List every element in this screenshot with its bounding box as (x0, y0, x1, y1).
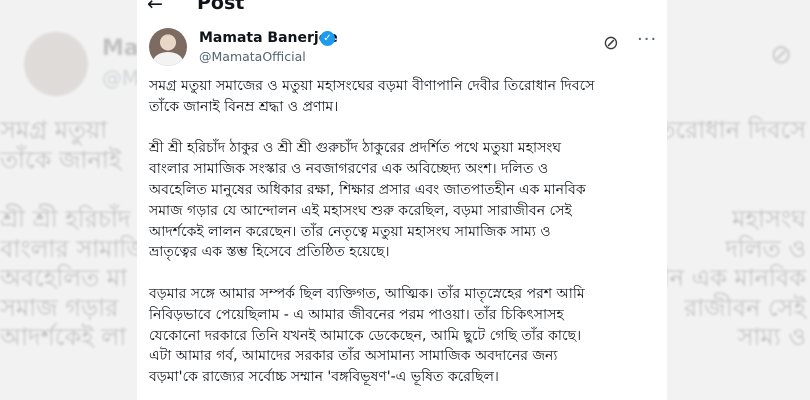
verified-badge-icon: ✓ (320, 31, 335, 46)
background-line-left: শ্রী শ্রী হরিচাঁদ (0, 205, 131, 233)
background-line-left: তাঁকে জানাই (0, 145, 122, 174)
background-line-left: বাংলার সামাজি (0, 234, 148, 263)
post-text-line: অবহেলিত মানুষের অধিকার রক্ষা, শিক্ষার প্… (149, 181, 586, 198)
post-text-line: এটা আমার গর্ব, আমাদের সরকার তাঁর অসামান্… (149, 348, 558, 365)
post-text-line: বড়মা'কে রাজ্যের সর্বোচ্চ সম্মান 'বঙ্গবি… (149, 369, 499, 386)
post-text-line: নিবিড়ভাবে পেয়েছিলাম - এ আমার জীবনের পর… (149, 306, 564, 323)
post-author: Mamata Banerjee ✓ @MamataOfficial ⊘ ··· (149, 26, 657, 70)
background-line-left: সমগ্র মতুয়া (0, 116, 108, 144)
background-line-left: সমাজ গড়ার (0, 293, 119, 322)
post-text-line: বড়মার সঙ্গে আমার সম্পর্ক ছিল ব্যক্তিগত,… (149, 285, 585, 302)
avatar-shawl (153, 52, 183, 66)
background-line-right: সাম্য ও (737, 323, 806, 351)
post-text-line: যেকোনো দরকারে তিনি যখনই আমাকে ডেকেছেন, আ… (149, 327, 582, 344)
post-paragraph: বড়মার সঙ্গে আমার সম্পর্ক ছিল ব্যক্তিগত,… (149, 284, 661, 388)
background-line-right: তিরোধান দিবসে (650, 116, 806, 144)
background-grok-icon: ⊘ (770, 40, 792, 70)
author-name[interactable]: Mamata Banerjee (199, 30, 338, 46)
background-line-right: মহাসংঘ (732, 205, 806, 233)
post-text-line: ভ্রাতৃত্বের এক স্তম্ভ হিসেবে প্রতিষ্ঠিত … (149, 244, 390, 261)
author-handle[interactable]: @MamataOfficial (199, 49, 306, 64)
post-text-line: শ্রী শ্রী হরিচাঁদ ঠাকুর ও শ্রী শ্রী গুরু… (149, 140, 562, 157)
post-paragraph: শ্রী শ্রী হরিচাঁদ ঠাকুর ও শ্রী শ্রী গুরু… (149, 138, 661, 263)
background-line-left: অবহেলিত মা (0, 264, 128, 292)
more-options-icon[interactable]: ··· (637, 30, 657, 50)
background-line-left: আদর্শকেই লা (0, 323, 127, 351)
grok-icon[interactable]: ⊘ (603, 33, 619, 53)
back-arrow-icon[interactable]: ← (147, 0, 163, 14)
post-text-line: বাংলার সামাজিক সংস্কার ও নবজাগরণের এক অব… (149, 161, 549, 178)
post-text: সমগ্র মতুয়া সমাজের ও মতুয়া মহাসংঘের বড… (149, 76, 661, 400)
avatar[interactable] (149, 28, 187, 66)
post-topbar: ← Post (137, 0, 667, 20)
post-paragraph: সমগ্র মতুয়া সমাজের ও মতুয়া মহাসংঘের বড… (149, 76, 661, 118)
background-line-right: দলিত ও (725, 234, 806, 263)
background-line-right: রাজীবন সেই (684, 293, 806, 322)
background-line-right: হীন এক মানবিক (650, 264, 806, 292)
post-text-line: তাঁকে জানাই বিনম্র শ্রদ্ধা ও প্রণাম। (149, 98, 339, 115)
post-text-line: সমাজ গড়ার যে আন্দোলন এই মহাসংঘ শুরু করে… (149, 202, 572, 219)
page-title: Post (197, 0, 245, 14)
post-text-line: আদর্শকেই লালন করেছেন। তাঁর নেতৃত্বে মতুয… (149, 223, 551, 240)
background-avatar (24, 32, 88, 96)
post-text-line: সমগ্র মতুয়া সমাজের ও মতুয়া মহাসংঘের বড… (149, 78, 595, 94)
post-card: ← Post Mamata Banerjee ✓ @MamataOfficial… (137, 0, 667, 400)
